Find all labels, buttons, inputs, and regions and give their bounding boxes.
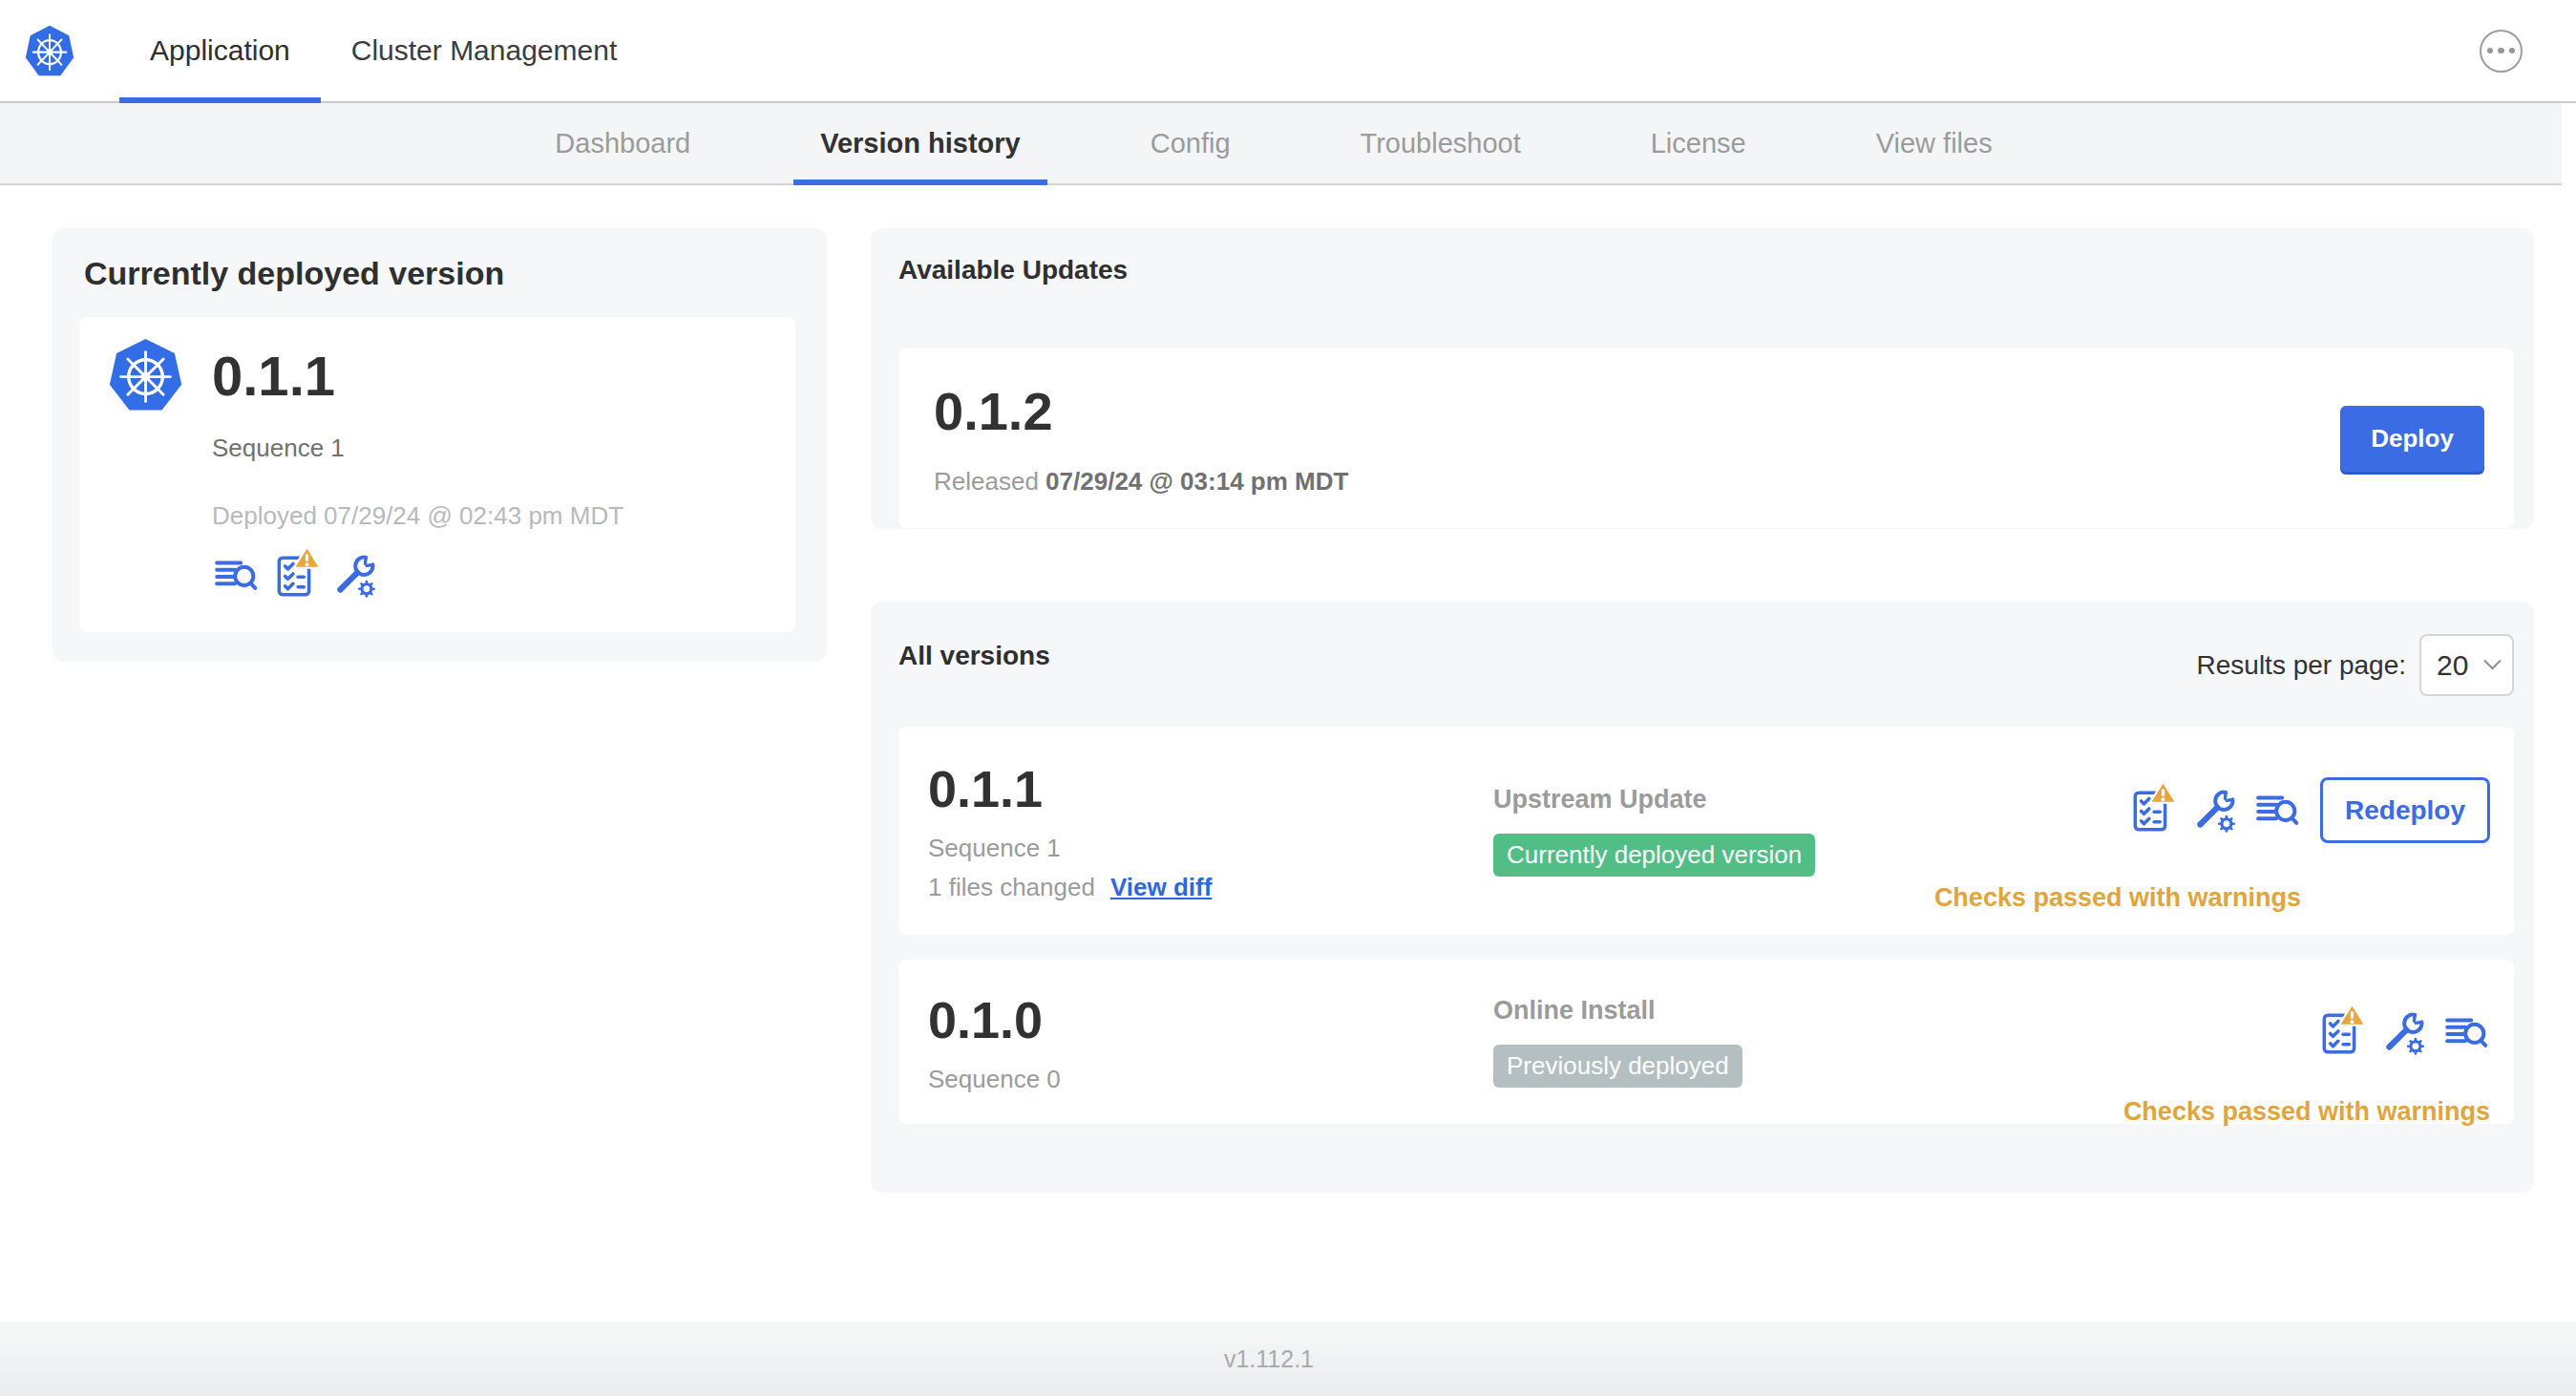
main-content: Currently deployed version 0.1.1 Sequenc… — [0, 185, 2576, 1193]
row-status-badge: Previously deployed — [1493, 1045, 1742, 1088]
deployed-sequence: Sequence 1 — [212, 434, 795, 463]
row-files-changed: 1 files changedView diff — [928, 873, 1493, 902]
all-versions-title: All versions — [898, 641, 1050, 671]
app-logo — [24, 0, 75, 101]
checks-status-text: Checks passed with warnings — [2123, 1097, 2490, 1127]
kubernetes-app-icon — [107, 336, 184, 414]
all-versions-panel: All versions Results per page: 20 0.1.1 … — [871, 602, 2534, 1193]
row-sequence: Sequence 1 — [928, 834, 1493, 863]
subnav-version-history[interactable]: Version history — [793, 103, 1047, 183]
page-footer: v1.112.1 — [0, 1322, 2576, 1396]
row-version-number: 0.1.1 — [928, 759, 1493, 818]
deploy-button[interactable]: Deploy — [2340, 406, 2484, 472]
subnav-dashboard[interactable]: Dashboard — [528, 103, 717, 183]
results-per-page-select[interactable]: 20 — [2419, 634, 2514, 696]
deployed-version-card: 0.1.1 Sequence 1 Deployed 07/29/24 @ 02:… — [79, 317, 795, 632]
row-version-number: 0.1.0 — [928, 990, 1493, 1049]
overflow-menu-button[interactable] — [2480, 30, 2523, 73]
ellipsis-icon — [2487, 48, 2494, 54]
subnav-license[interactable]: License — [1624, 103, 1773, 183]
preflight-checks-warning-icon[interactable] — [271, 552, 319, 600]
tab-application[interactable]: Application — [119, 0, 321, 101]
results-per-page-label: Results per page: — [2197, 650, 2406, 681]
row-status-badge: Currently deployed version — [1493, 834, 1815, 877]
update-released-timestamp: Released 07/29/24 @ 03:14 pm MDT — [934, 467, 1348, 497]
row-sequence: Sequence 0 — [928, 1065, 1493, 1094]
preflight-checks-warning-icon[interactable] — [2127, 787, 2175, 835]
update-version-number: 0.1.2 — [934, 380, 1348, 442]
top-navbar: Application Cluster Management — [0, 0, 2576, 103]
version-row-0.1.0: 0.1.0 Sequence 0 Online Install Previous… — [898, 960, 2514, 1124]
deployed-version-number: 0.1.1 — [212, 344, 335, 408]
checks-status-text: Checks passed with warnings — [1934, 883, 2301, 913]
subnav-view-files[interactable]: View files — [1849, 103, 2019, 183]
row-source: Online Install — [1493, 996, 2123, 1026]
redeploy-button[interactable]: Redeploy — [2320, 777, 2490, 843]
version-row-0.1.1: 0.1.1 Sequence 1 1 files changedView dif… — [898, 727, 2514, 935]
currently-deployed-title: Currently deployed version — [84, 255, 800, 292]
preflight-checks-warning-icon[interactable] — [2316, 1009, 2364, 1057]
chevron-down-icon — [2483, 652, 2501, 669]
view-diff-link[interactable]: View diff — [1110, 873, 1212, 901]
kubernetes-logo-icon — [24, 24, 75, 78]
console-version: v1.112.1 — [1224, 1345, 1314, 1373]
config-wrench-icon[interactable] — [330, 552, 378, 600]
subnav-config[interactable]: Config — [1124, 103, 1257, 183]
available-update-card: 0.1.2 Released 07/29/24 @ 03:14 pm MDT D… — [898, 349, 2514, 528]
release-notes-icon[interactable] — [2253, 787, 2301, 835]
available-updates-title: Available Updates — [898, 255, 2514, 286]
row-source: Upstream Update — [1493, 785, 1934, 814]
config-wrench-icon[interactable] — [2379, 1009, 2427, 1057]
config-wrench-icon[interactable] — [2190, 787, 2238, 835]
available-updates-panel: Available Updates 0.1.2 Released 07/29/2… — [871, 228, 2534, 529]
tab-cluster-management[interactable]: Cluster Management — [321, 0, 647, 101]
app-subnav: Dashboard Version history Config Trouble… — [0, 103, 2562, 185]
release-notes-icon[interactable] — [2442, 1009, 2490, 1057]
release-notes-icon[interactable] — [212, 552, 260, 600]
currently-deployed-panel: Currently deployed version 0.1.1 Sequenc… — [53, 228, 827, 662]
deployed-timestamp: Deployed 07/29/24 @ 02:43 pm MDT — [212, 501, 795, 531]
subnav-troubleshoot[interactable]: Troubleshoot — [1334, 103, 1548, 183]
